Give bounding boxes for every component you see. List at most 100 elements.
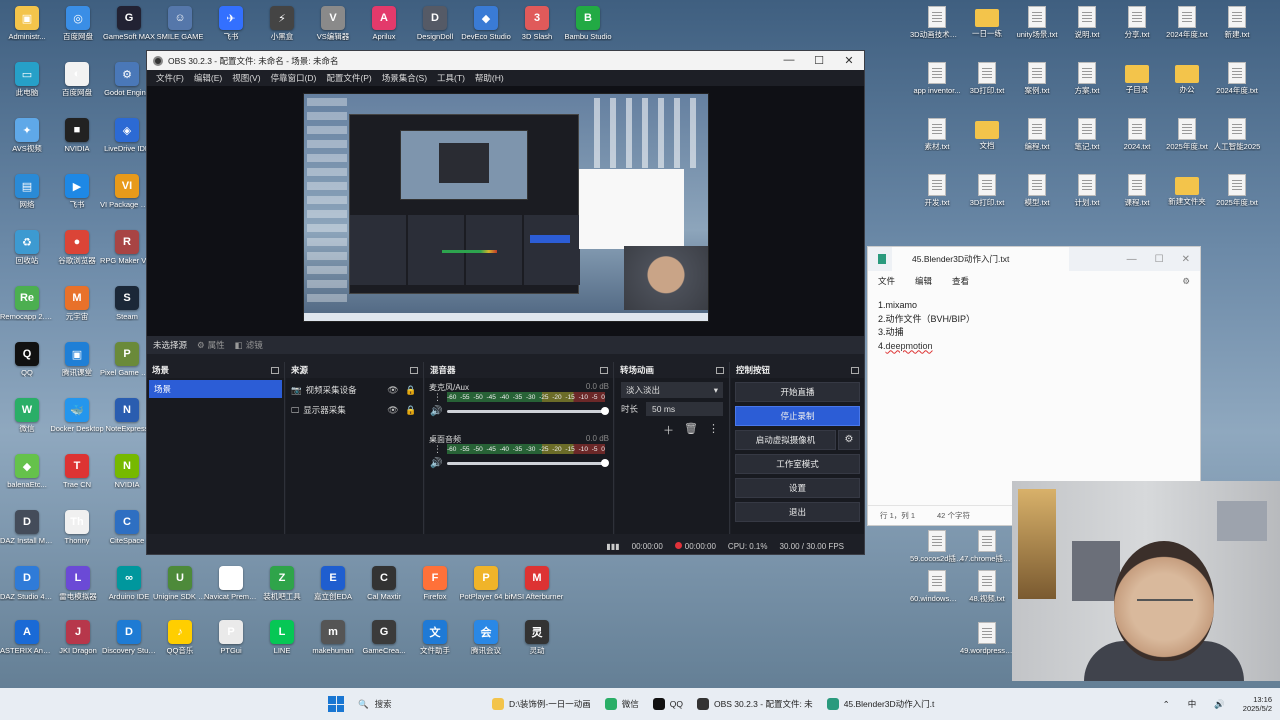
desktop-icon[interactable]: ▣ Administr... <box>2 6 52 58</box>
notepad-titlebar[interactable]: 45.Blender3D动作入门.txt ✕ ＋ — ☐ ✕ <box>868 247 1200 271</box>
menu-file[interactable]: 文件 <box>878 275 895 287</box>
desktop-file-icon[interactable]: 2025年度.txt <box>1212 174 1262 226</box>
desktop-file-icon[interactable]: 编程.txt <box>1012 118 1062 170</box>
program-preview[interactable] <box>303 93 709 322</box>
taskbar-app[interactable]: OBS 30.2.3 - 配置文件: 未 <box>696 698 813 710</box>
volume-slider[interactable] <box>447 410 605 413</box>
settings-button[interactable]: 设置 <box>735 478 860 498</box>
desktop-file-icon[interactable]: 文档 <box>962 118 1012 170</box>
kebab-icon[interactable]: ⋮ <box>708 422 719 438</box>
menu-view[interactable]: 视图(V) <box>227 72 265 84</box>
desktop-icon[interactable]: Re Remocapp 2.1.1 <box>0 286 54 338</box>
volume-icon[interactable]: 🔊 <box>1214 699 1225 710</box>
desktop-file-icon[interactable]: 2024.txt <box>1112 118 1162 170</box>
menu-file[interactable]: 文件(F) <box>151 72 189 84</box>
maximize-icon[interactable]: ☐ <box>1155 254 1164 265</box>
desktop-icon[interactable]: ◐ 百度网盘 <box>52 62 102 114</box>
desktop-icon[interactable]: RRPG Maker VX Ace <box>100 230 154 282</box>
desktop-icon[interactable]: T Trae CN <box>52 454 102 506</box>
desktop-file-icon[interactable]: unity场景.txt <box>1012 6 1062 58</box>
notepad-tab[interactable]: 45.Blender3D动作入门.txt <box>892 247 1070 271</box>
minimize-icon[interactable]: — <box>1127 254 1137 265</box>
desktop-file-icon[interactable]: 新建文件夹 <box>1162 174 1212 226</box>
lock-icon[interactable]: 🔒 <box>404 385 418 396</box>
taskbar-app[interactable]: 微信 <box>604 698 639 710</box>
menu-view[interactable]: 查看 <box>952 275 969 287</box>
desktop-icon[interactable]: ✦ AVS视频 <box>2 118 52 170</box>
eye-icon[interactable]: 👁 <box>386 385 400 396</box>
desktop-icon[interactable]: D DAZ Studio 4.22 (64-bit) <box>0 566 54 618</box>
desktop-icon[interactable]: G GameCrea... <box>359 620 409 672</box>
volume-slider-handle[interactable] <box>601 407 609 415</box>
desktop-icon[interactable]: 灵灵动 <box>512 620 562 672</box>
notepad-text-area[interactable]: 1.mixamo 2.动作文件（BVH/BIP） 3.动捕 4.deepmoti… <box>868 291 1200 361</box>
properties-button[interactable]: ⚙ 属性 <box>197 339 225 351</box>
desktop-file-icon[interactable]: 48.视频.txt <box>962 570 1012 622</box>
desktop-icon[interactable]: C Cal Maxtir <box>359 566 409 618</box>
desktop-icon[interactable]: Th Thonny <box>52 510 102 562</box>
desktop-icon[interactable]: ♻ 回收站 <box>2 230 52 282</box>
desktop-icon[interactable]: ▭ 此电脑 <box>2 62 52 114</box>
clock[interactable]: 13:16 2025/5/2 <box>1243 695 1272 713</box>
start-streaming-button[interactable]: 开始直播 <box>735 382 860 402</box>
source-item-display-capture[interactable]: 🖵 显示器采集 👁 🔒 <box>286 400 423 420</box>
desktop-file-icon[interactable]: 说明.txt <box>1062 6 1112 58</box>
desktop-icon[interactable]: D DAZ Install Manager <box>0 510 54 562</box>
menu-tools[interactable]: 工具(T) <box>432 72 470 84</box>
desktop-file-icon[interactable]: 新建.txt <box>1212 6 1262 58</box>
menu-edit[interactable]: 编辑 <box>915 275 932 287</box>
desktop-icon[interactable]: ▣ 腾讯课堂 <box>52 342 102 394</box>
desktop-file-icon[interactable]: 2024年度.txt <box>1212 62 1262 114</box>
desktop-file-icon[interactable]: 3D打印.txt <box>962 62 1012 114</box>
lock-icon[interactable]: 🔒 <box>404 405 418 416</box>
stop-recording-button[interactable]: 停止录制 <box>735 406 860 426</box>
start-virtual-camera-button[interactable]: 启动虚拟摄像机 <box>735 430 836 450</box>
desktop-icon[interactable]: ◎ 百度网盘 <box>53 6 103 58</box>
desktop-icon[interactable]: U Unigine SDK browser 2 <box>153 566 207 618</box>
desktop-icon[interactable]: F Firefox <box>410 566 460 618</box>
menu-help[interactable]: 帮助(H) <box>470 72 509 84</box>
desktop-icon[interactable]: ● 谷歌浏览器 <box>52 230 102 282</box>
desktop-icon[interactable]: Z 装机吧工具 <box>257 566 307 618</box>
scene-item[interactable]: 场景 <box>149 380 282 398</box>
desktop-file-icon[interactable]: 3D打印.txt <box>962 174 1012 226</box>
desktop-icon[interactable]: W 微信 <box>2 398 52 450</box>
minimize-icon[interactable]: — <box>774 54 804 67</box>
exit-button[interactable]: 退出 <box>735 502 860 522</box>
desktop-icon[interactable]: ▶ 飞书 <box>52 174 102 226</box>
duration-input[interactable]: 50 ms <box>646 402 723 416</box>
trash-icon[interactable]: 🗑 <box>684 422 698 438</box>
obs-titlebar[interactable]: OBS 30.2.3 - 配置文件: 未命名 - 场景: 未命名 — ☐ ✕ <box>147 51 864 70</box>
desktop-icon[interactable]: M MSI Afterburner <box>511 566 563 618</box>
desktop-file-icon[interactable]: 2025年度.txt <box>1162 118 1212 170</box>
desktop-icon[interactable]: D Discovery Studio 20 <box>102 620 156 672</box>
desktop-file-icon[interactable]: 人工智能2025 <box>1212 118 1262 170</box>
desktop-icon[interactable]: C CiteSpace <box>102 510 152 562</box>
desktop-icon[interactable]: S Steam <box>102 286 152 338</box>
menu-scene-collection[interactable]: 场景集合(S) <box>377 72 432 84</box>
desktop-file-icon[interactable]: 49.wordpress使用.txt <box>960 622 1014 674</box>
desktop-file-icon[interactable]: app inventor... <box>912 62 962 114</box>
desktop-file-icon[interactable]: 计划.txt <box>1062 174 1112 226</box>
desktop-icon[interactable]: m makehuman <box>308 620 358 672</box>
desktop-icon[interactable]: ⚙ Godot Engine <box>102 62 152 114</box>
desktop-file-icon[interactable]: 60.windows经验.txt <box>910 570 964 622</box>
desktop-file-icon[interactable]: 方案.txt <box>1062 62 1112 114</box>
volume-slider-handle[interactable] <box>601 459 609 467</box>
settings-gear-icon[interactable]: ⚙ <box>1182 276 1190 287</box>
desktop-icon[interactable]: 文文件助手 <box>410 620 460 672</box>
speaker-icon[interactable]: 🔊 <box>430 458 442 469</box>
desktop-icon[interactable]: L LINE <box>257 620 307 672</box>
desktop-icon[interactable]: PPixel Game Maker MV <box>100 342 154 394</box>
desktop-icon[interactable]: ◈ LiveDrive IDE <box>102 118 152 170</box>
desktop-icon[interactable]: N Navicat Premium <box>204 566 258 618</box>
desktop-icon[interactable]: ◆ balenaEtc... <box>2 454 52 506</box>
studio-mode-button[interactable]: 工作室模式 <box>735 454 860 474</box>
desktop-file-icon[interactable]: 办公 <box>1162 62 1212 114</box>
windows-start-icon[interactable] <box>328 696 344 712</box>
desktop-file-icon[interactable]: 一日一练 <box>962 6 1012 58</box>
chevron-up-icon[interactable]: ⌃ <box>1163 699 1170 710</box>
maximize-icon[interactable]: ☐ <box>804 54 834 67</box>
eye-icon[interactable]: 👁 <box>386 405 400 416</box>
menu-docks[interactable]: 停靠窗口(D) <box>266 72 322 84</box>
